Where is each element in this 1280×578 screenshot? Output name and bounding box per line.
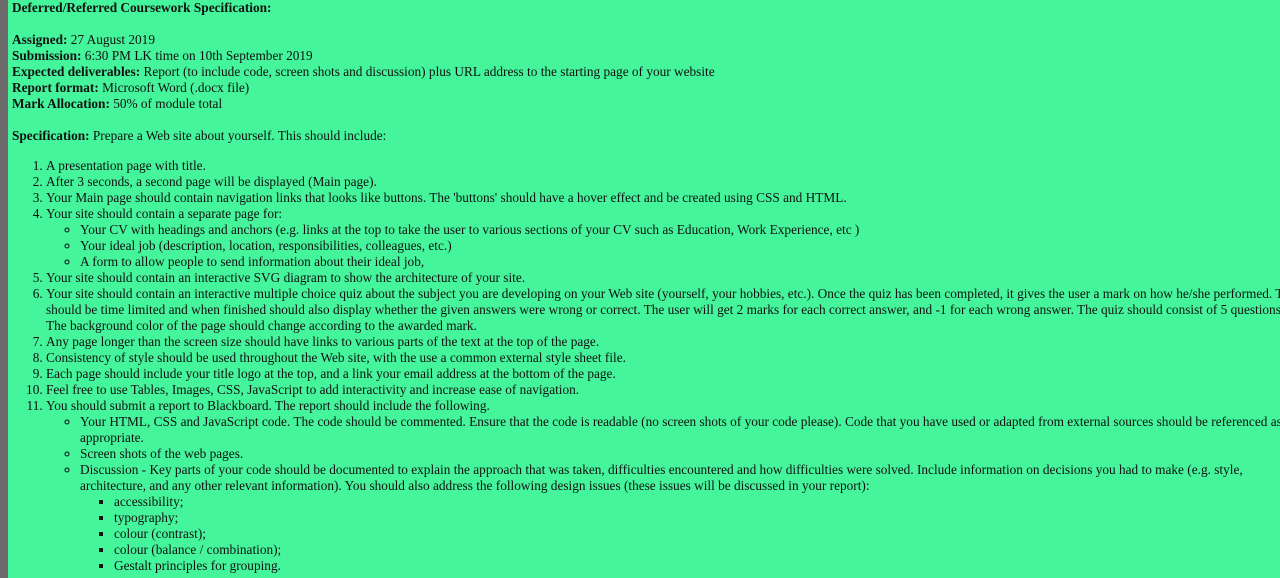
list-item: Each page should include your title logo… [46,366,1280,382]
specification-block: Specification: Prepare a Web site about … [12,128,1280,144]
meta-label: Submission: [12,48,82,63]
meta-report-format: Report format: Microsoft Word (.docx fil… [12,80,1280,96]
separate-pages-list: Your CV with headings and anchors (e.g. … [46,222,1280,270]
meta-value: 27 August 2019 [67,32,155,47]
specification-text: Prepare a Web site about yourself. This … [89,128,387,143]
list-item-text: You should submit a report to Blackboard… [46,398,490,413]
document-title: Deferred/Referred Coursework Specificati… [12,0,272,15]
specification-intro: Specification: Prepare a Web site about … [12,128,1280,144]
specification-label: Specification: [12,128,90,143]
list-item: Your site should contain an interactive … [46,270,1280,286]
list-item: typography; [114,510,1280,526]
meta-value: 6:30 PM LK time on 10th September 2019 [81,48,313,63]
list-item: Your CV with headings and anchors (e.g. … [80,222,1280,238]
list-item: A form to allow people to send informati… [80,254,1280,270]
meta-value: 50% of module total [109,96,223,111]
list-item: accessibility; [114,494,1280,510]
meta-label: Report format: [12,80,99,95]
list-item: Screen shots of the web pages. [80,446,1280,462]
requirements-list: A presentation page with title. After 3 … [12,158,1280,574]
left-border [0,0,8,578]
list-item: A presentation page with title. [46,158,1280,174]
meta-deliverables: Expected deliverables: Report (to includ… [12,64,1280,80]
list-item: Consistency of style should be used thro… [46,350,1280,366]
list-item: Gestalt principles for grouping. [114,558,1280,574]
meta-submission: Submission: 6:30 PM LK time on 10th Sept… [12,48,1280,64]
list-item: Discussion - Key parts of your code shou… [80,462,1280,574]
meta-block: Assigned: 27 August 2019 Submission: 6:3… [12,32,1280,112]
list-item-text: Discussion - Key parts of your code shou… [80,462,1243,493]
list-item: Any page longer than the screen size sho… [46,334,1280,350]
list-item: colour (contrast); [114,526,1280,542]
list-item: Your site should contain an interactive … [46,286,1280,334]
list-item: Your Main page should contain navigation… [46,190,1280,206]
coursework-document: Deferred/Referred Coursework Specificati… [12,0,1280,574]
list-item: Your HTML, CSS and JavaScript code. The … [80,414,1280,446]
list-item: Feel free to use Tables, Images, CSS, Ja… [46,382,1280,398]
list-item: Your ideal job (description, location, r… [80,238,1280,254]
meta-value: Report (to include code, screen shots an… [140,64,715,79]
meta-value: Microsoft Word (.docx file) [98,80,250,95]
meta-label: Mark Allocation: [12,96,110,111]
list-item: colour (balance / combination); [114,542,1280,558]
report-contents-list: Your HTML, CSS and JavaScript code. The … [46,414,1280,574]
meta-label: Expected deliverables: [12,64,141,79]
list-item-text: Your site should contain a separate page… [46,206,283,221]
meta-assigned: Assigned: 27 August 2019 [12,32,1280,48]
meta-label: Assigned: [12,32,68,47]
list-item: You should submit a report to Blackboard… [46,398,1280,574]
list-item: Your site should contain a separate page… [46,206,1280,270]
meta-mark-allocation: Mark Allocation: 50% of module total [12,96,1280,112]
list-item: After 3 seconds, a second page will be d… [46,174,1280,190]
design-issues-list: accessibility; typography; colour (contr… [80,494,1280,574]
